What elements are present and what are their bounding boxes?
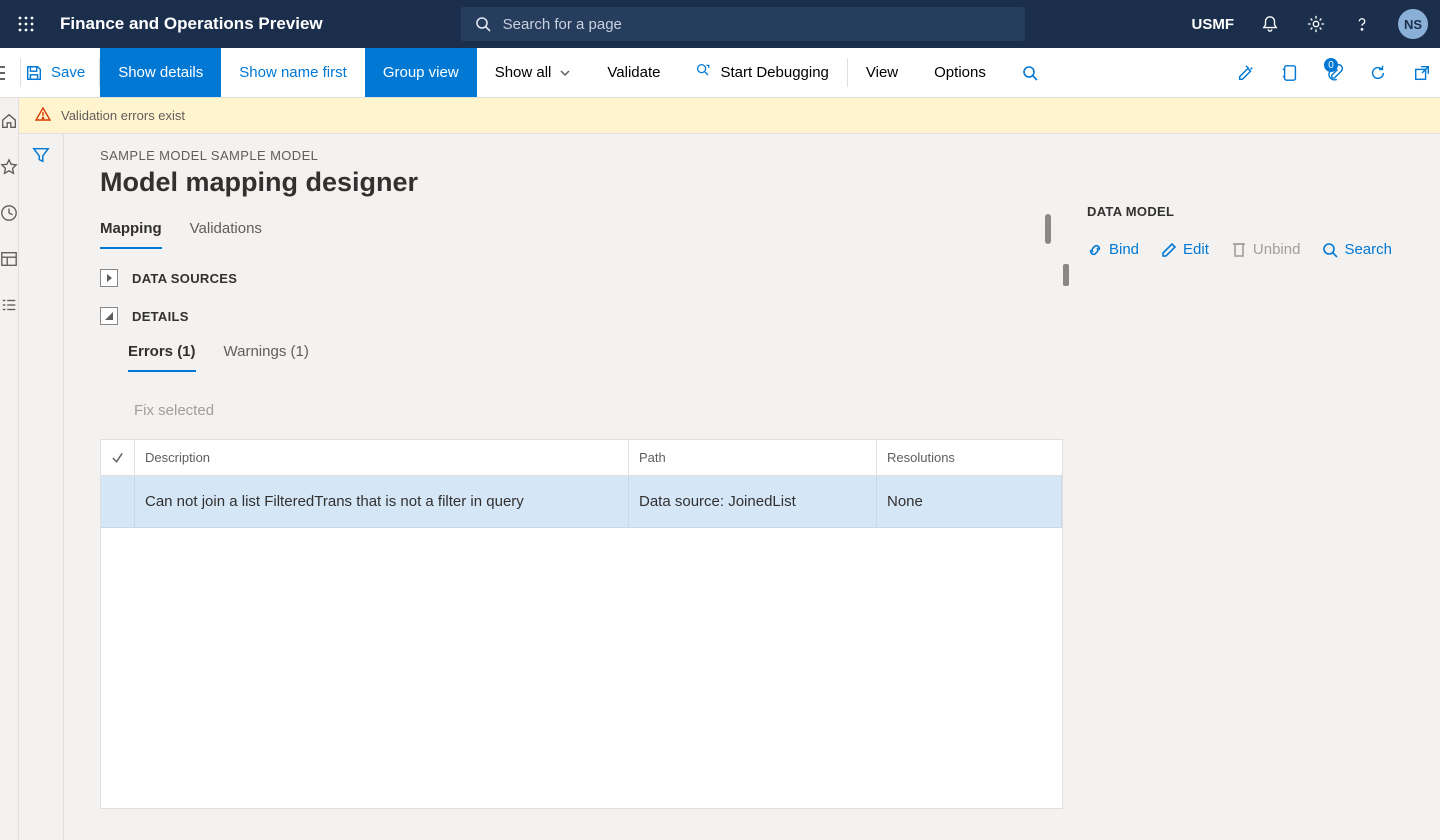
collapse-details-icon[interactable] <box>100 307 118 325</box>
page-tabs: Mapping Validations <box>100 220 1063 249</box>
left-nav-rail <box>0 48 19 840</box>
work-area: Save Show details Show name first Group … <box>19 48 1440 840</box>
nav-toggle-icon[interactable] <box>0 48 14 97</box>
favorites-icon[interactable] <box>0 144 18 190</box>
col-description[interactable]: Description <box>135 440 629 475</box>
global-nav: Finance and Operations Preview Search fo… <box>0 0 1440 48</box>
show-details-button[interactable]: Show details <box>100 48 221 97</box>
grid-empty-area <box>101 528 1062 808</box>
start-debugging-button[interactable]: Start Debugging <box>678 48 846 97</box>
waffle-icon[interactable] <box>12 10 40 38</box>
bell-icon[interactable] <box>1260 14 1280 34</box>
right-action-group: 0 <box>1226 48 1440 97</box>
show-all-dropdown[interactable]: Show all <box>477 48 590 97</box>
tab-errors[interactable]: Errors (1) <box>128 343 196 372</box>
app-brand: Finance and Operations Preview <box>60 14 323 34</box>
details-section: DETAILS <box>100 307 1063 325</box>
splitter-handle[interactable] <box>1045 214 1051 244</box>
tab-mapping[interactable]: Mapping <box>100 220 162 249</box>
group-view-button[interactable]: Group view <box>365 48 477 97</box>
show-name-first-button[interactable]: Show name first <box>221 48 365 97</box>
grid-header: Description Path Resolutions <box>101 440 1062 476</box>
data-sources-section: DATA SOURCES <box>100 269 1063 287</box>
user-avatar[interactable]: NS <box>1398 9 1428 39</box>
col-resolutions[interactable]: Resolutions <box>877 440 1062 475</box>
search-placeholder: Search for a page <box>503 16 622 33</box>
select-all-checkbox[interactable] <box>101 440 135 475</box>
detail-tabs: Errors (1) Warnings (1) <box>128 343 1063 372</box>
data-model-actions: Bind Edit Unbind Search <box>1087 241 1440 258</box>
errors-grid: Description Path Resolutions Can not joi… <box>100 439 1063 809</box>
filter-pane-toggle[interactable] <box>19 134 64 840</box>
content-row: SAMPLE MODEL SAMPLE MODEL Model mapping … <box>19 134 1440 840</box>
tab-warnings[interactable]: Warnings (1) <box>224 343 309 372</box>
data-sources-title: DATA SOURCES <box>132 271 237 286</box>
details-title: DETAILS <box>132 309 189 324</box>
help-icon[interactable] <box>1352 14 1372 34</box>
attachments-icon[interactable]: 0 <box>1314 48 1354 97</box>
warning-icon <box>35 106 51 125</box>
tab-validations[interactable]: Validations <box>190 220 262 249</box>
unbind-button: Unbind <box>1231 241 1301 258</box>
global-search-input[interactable]: Search for a page <box>461 7 1025 41</box>
row-checkbox[interactable] <box>101 476 135 527</box>
edit-button[interactable]: Edit <box>1161 241 1209 258</box>
main-pane: SAMPLE MODEL SAMPLE MODEL Model mapping … <box>64 134 1063 840</box>
home-icon[interactable] <box>0 98 18 144</box>
fix-selected-button[interactable]: Fix selected <box>134 402 1063 419</box>
validation-message-bar: Validation errors exist <box>19 98 1440 134</box>
find-button[interactable] <box>1004 48 1056 97</box>
cell-resolutions: None <box>877 476 1062 527</box>
command-bar: Save Show details Show name first Group … <box>0 48 1440 98</box>
splitter-collapse-icon[interactable] <box>1063 264 1069 286</box>
popout-icon[interactable] <box>1402 48 1440 97</box>
page-title: Model mapping designer <box>100 167 1063 198</box>
nav-right-group: USMF NS <box>1192 9 1429 39</box>
modules-icon[interactable] <box>0 282 18 328</box>
attachments-badge: 0 <box>1324 58 1338 72</box>
page-options-icon[interactable] <box>1270 48 1310 97</box>
workspaces-icon[interactable] <box>0 236 18 282</box>
expand-data-sources-icon[interactable] <box>100 269 118 287</box>
refresh-icon[interactable] <box>1358 48 1398 97</box>
grid-row[interactable]: Can not join a list FilteredTrans that i… <box>101 476 1062 528</box>
message-text: Validation errors exist <box>61 108 185 123</box>
bind-button[interactable]: Bind <box>1087 241 1139 258</box>
validate-button[interactable]: Validate <box>589 48 678 97</box>
gear-icon[interactable] <box>1306 14 1326 34</box>
legal-entity[interactable]: USMF <box>1192 16 1235 33</box>
cell-description: Can not join a list FilteredTrans that i… <box>135 476 629 527</box>
recent-icon[interactable] <box>0 190 18 236</box>
data-model-pane: DATA MODEL Bind Edit Unbind Search <box>1063 134 1440 840</box>
options-menu-button[interactable]: Options <box>916 48 1004 97</box>
col-path[interactable]: Path <box>629 440 877 475</box>
breadcrumb: SAMPLE MODEL SAMPLE MODEL <box>100 148 1063 163</box>
cell-path: Data source: JoinedList <box>629 476 877 527</box>
save-button[interactable]: Save <box>21 48 99 97</box>
search-button[interactable]: Search <box>1322 241 1392 258</box>
data-model-title: DATA MODEL <box>1087 204 1440 219</box>
personalize-icon[interactable] <box>1226 48 1266 97</box>
view-menu-button[interactable]: View <box>848 48 916 97</box>
